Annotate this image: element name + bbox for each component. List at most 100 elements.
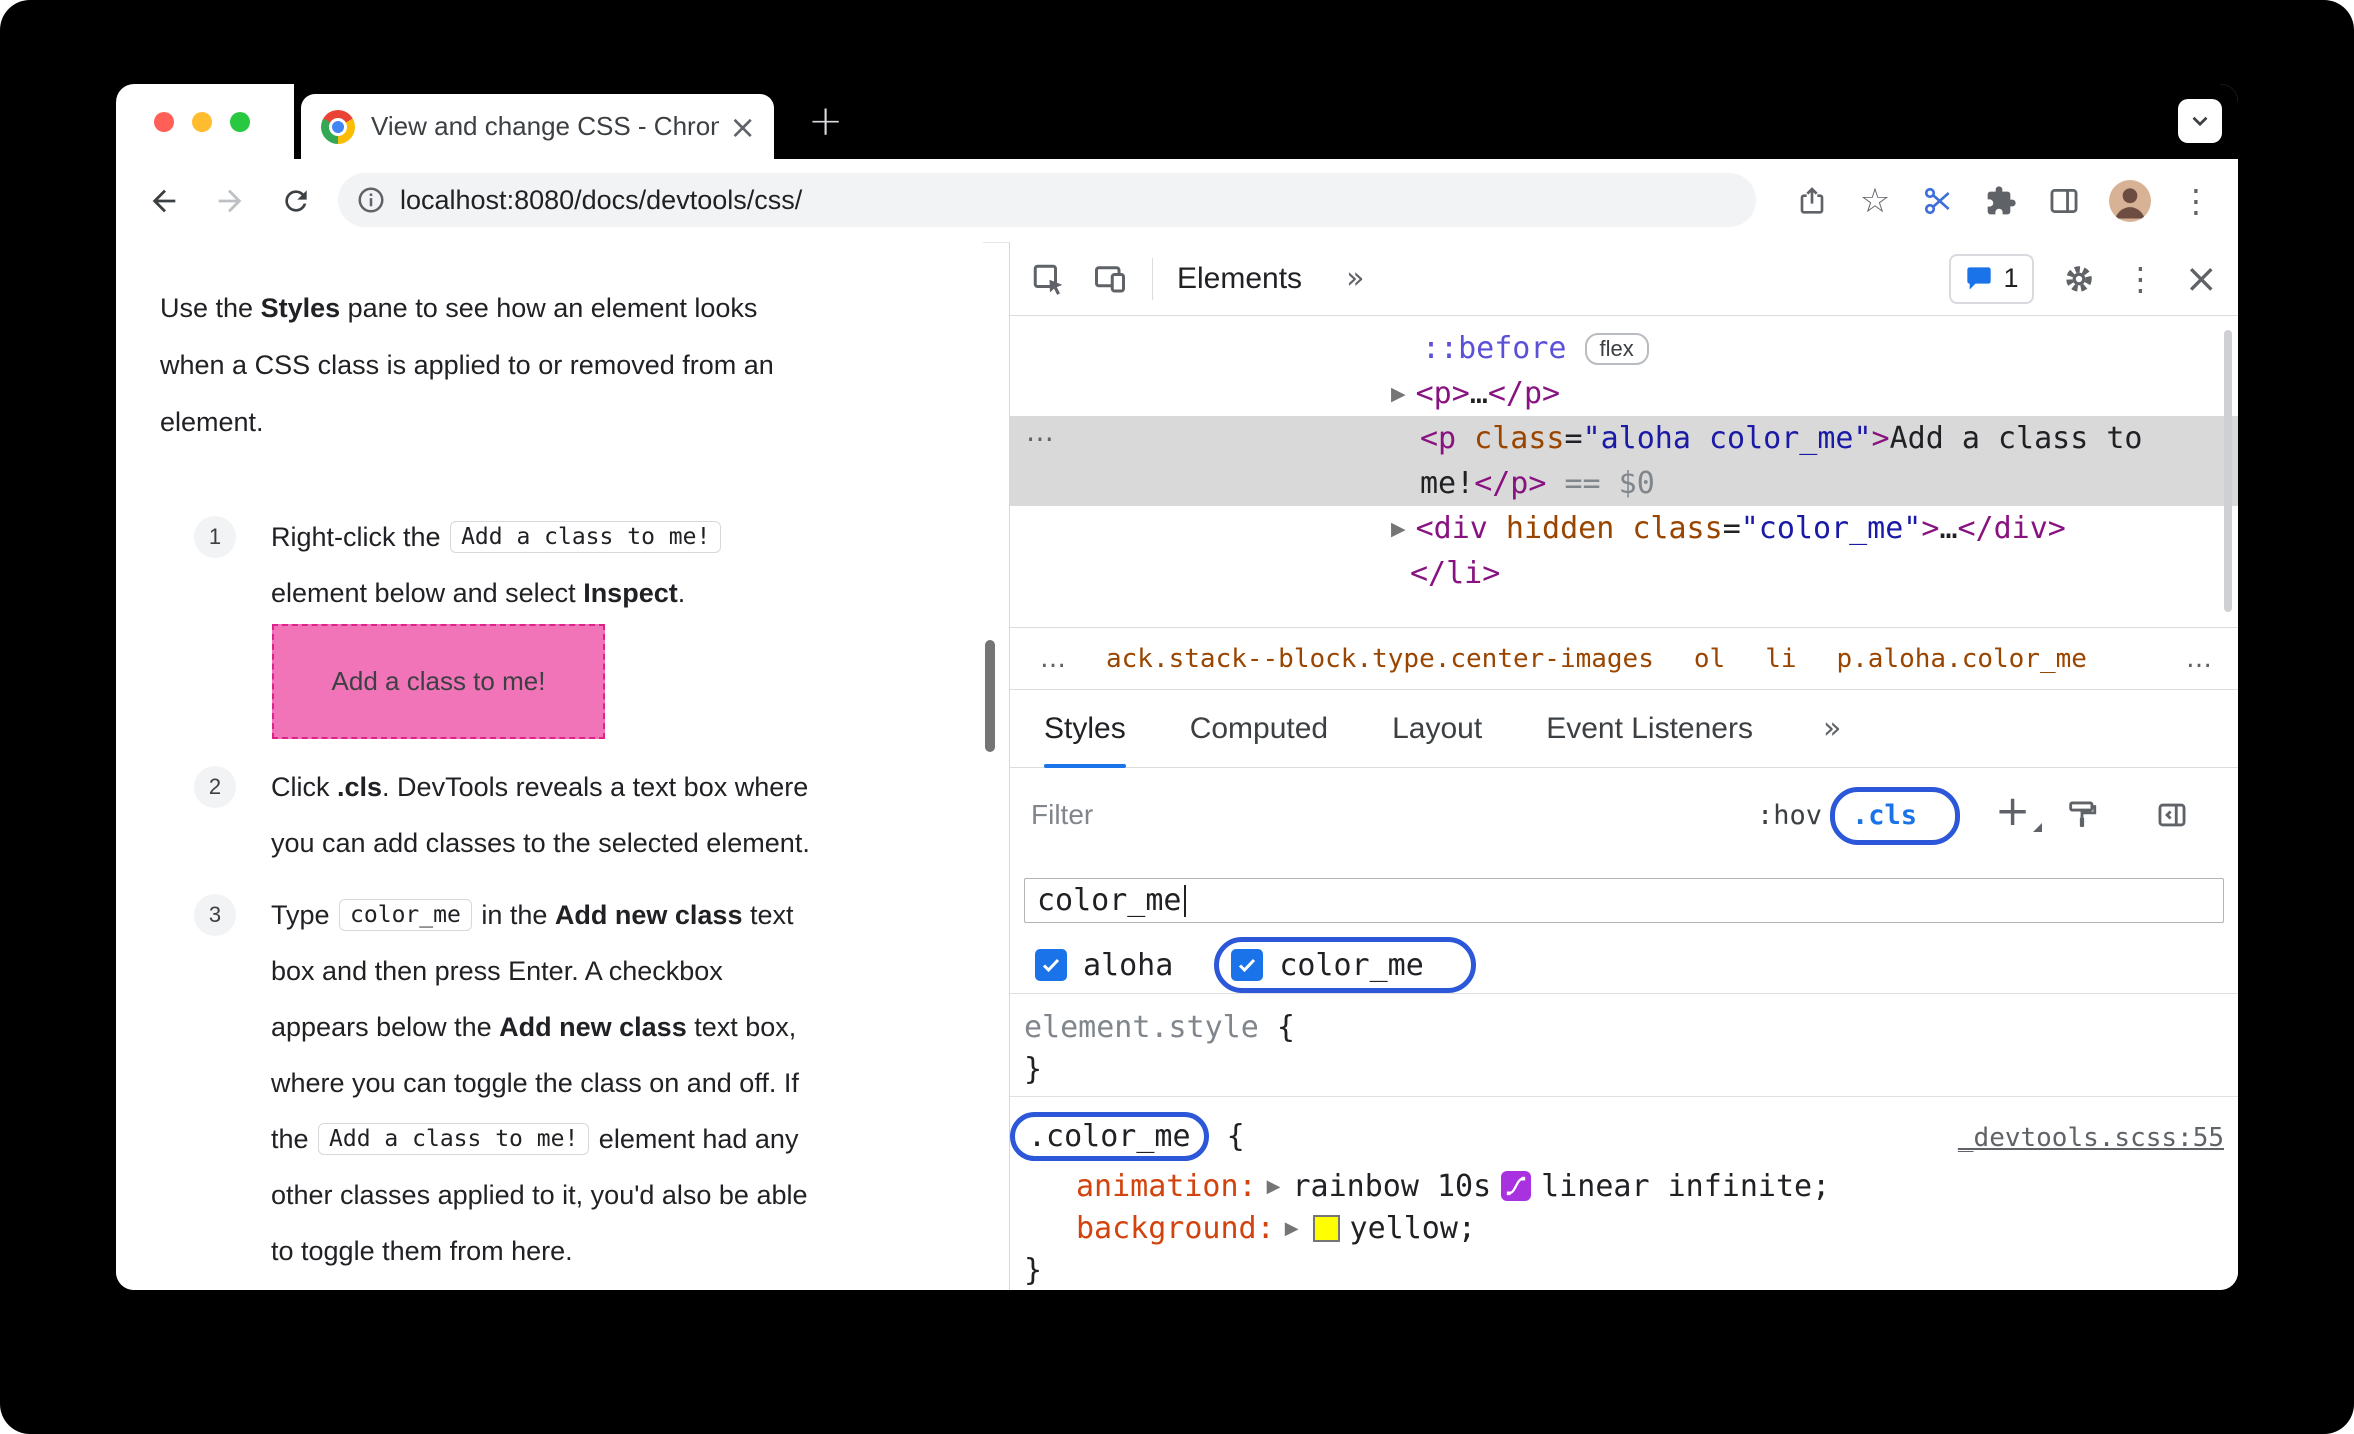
back-button[interactable] [146,183,182,219]
stylesheet-source-link[interactable]: _devtools.scss:55 [1958,1123,2224,1153]
text-run: Add new class [499,1011,687,1042]
element-style-selector[interactable]: element.style [1024,1010,1259,1045]
text-run: </p> [1487,376,1561,411]
devtools-settings-button[interactable] [2062,262,2096,296]
property-name[interactable]: animation: [1076,1169,1257,1204]
text-run: . [677,577,686,608]
dom-row-selected-p[interactable]: ⋯ <p class = "aloha color_me" > Add a class … [1010,416,2238,506]
paint-roller-icon [2069,801,2097,828]
dom-row-pseudo-before[interactable]: ::before flex [1010,326,2238,371]
tab-computed[interactable]: Computed [1190,690,1328,768]
breadcrumb-ol[interactable]: ol [1694,644,1725,674]
browser-tab[interactable]: View and change CSS - Chrom × [301,94,774,159]
demo-element[interactable]: Add a class to me! [272,624,605,739]
flex-badge[interactable]: flex [1584,332,1649,365]
device-toolbar-button[interactable] [1092,261,1128,297]
chevron-down-icon [2192,116,2208,127]
step-line: Click .cls. DevTools reveals a text box … [271,759,810,815]
dom-node-text: <div hidden class="color_me">…</div> [1416,511,2066,546]
animation-property-line: animation: ▶ rainbow 10s linear infinite… [1010,1165,2238,1207]
minimize-window-button[interactable] [192,111,212,132]
selector-highlight-annotation: .color_me [1010,1111,1209,1161]
forward-button[interactable] [212,183,248,219]
property-value[interactable]: linear infinite; [1541,1169,1830,1204]
inspect-element-button[interactable] [1030,261,1066,297]
add-new-class-input[interactable]: color_me [1024,878,2224,923]
tab-styles[interactable]: Styles [1044,690,1126,768]
add-class-section: color_me [1010,864,2238,937]
intro-paragraph: Use the Styles pane to see how an elemen… [160,280,774,451]
new-tab-button[interactable]: + [808,94,843,148]
toolbar-divider [1152,257,1153,300]
text-run: when a CSS class is applied to or remove… [160,350,774,380]
info-icon[interactable] [356,185,386,215]
expand-shorthand-icon[interactable]: ▶ [1285,1218,1299,1239]
color-swatch[interactable] [1312,1214,1340,1242]
filter-input[interactable]: Filter [1031,799,1093,831]
aloha-checkbox-label[interactable]: aloha [1083,948,1173,983]
text-run: you can add classes to the selected elem… [271,827,810,858]
toolbar-right-icons: ☆ ⋮ [1794,159,2214,242]
text-run: </p> [1474,466,1547,501]
element-style-close: } [1024,1048,2238,1090]
tab-event-listeners[interactable]: Event Listeners [1546,690,1753,768]
step-1-number: 1 [194,516,236,558]
property-value[interactable]: rainbow 10s [1292,1169,1491,1204]
aloha-checkbox[interactable] [1035,949,1067,981]
side-panel-button[interactable] [2046,183,2082,219]
close-window-button[interactable] [154,111,174,132]
chrome-favicon-icon [321,109,355,144]
background-property-line: background: ▶ yellow; [1010,1207,2238,1249]
text-caret [1183,884,1186,917]
extensions-button[interactable] [1983,183,2019,219]
property-value[interactable]: yellow; [1350,1211,1476,1246]
breadcrumb-overflow-right[interactable]: … [2186,644,2212,674]
breadcrumb-selected[interactable]: p.aloha.color_me [1837,644,2087,674]
breadcrumb-li[interactable]: li [1765,644,1796,674]
breadcrumb-stack[interactable]: ack.stack--block.type.center-images [1106,644,1654,674]
tab-layout[interactable]: Layout [1392,690,1482,768]
zoom-window-button[interactable] [230,111,250,132]
browser-menu-button[interactable]: ⋮ [2178,183,2214,219]
tab-search-button[interactable] [2178,99,2222,143]
devtools-menu-button[interactable]: ⋮ [2124,260,2156,298]
step-1-text: Right-click the Add a class to me! eleme… [271,509,723,621]
address-bar[interactable]: localhost:8080/docs/devtools/css/ [338,173,1756,227]
doc-scrollbar-thumb[interactable] [985,640,995,752]
new-style-rule-button[interactable]: + [1995,790,2043,832]
tab-close-icon[interactable]: × [729,111,756,143]
scissors-extension-button[interactable] [1920,183,1956,219]
rule-selector[interactable]: .color_me [1028,1119,1191,1154]
property-name[interactable]: background: [1076,1211,1275,1246]
rendering-emulations-button[interactable] [2065,798,2099,837]
text-run: where you can toggle the class on and of… [271,1067,799,1098]
more-panels-button[interactable]: » [1346,261,1364,296]
sidebar-panel-icon [2158,803,2186,827]
reload-button[interactable] [278,183,314,219]
tab-elements[interactable]: Elements [1177,262,1302,296]
breadcrumb-overflow-left[interactable]: … [1040,644,1066,674]
text-run: = [1722,511,1741,546]
share-button[interactable] [1794,183,1830,219]
step-2-text: Click .cls. DevTools reveals a text box … [271,759,810,871]
expand-arrow-icon[interactable]: ▶ [1391,518,1406,540]
dom-scrollbar-thumb[interactable] [2224,330,2232,612]
profile-avatar[interactable] [2109,179,2151,222]
text-run: to toggle them from here. [271,1235,573,1266]
expand-arrow-icon[interactable]: ▶ [1391,383,1406,405]
more-tabs-button[interactable]: » [1823,711,1841,746]
dom-row-p-collapsed[interactable]: ▶ <p>…</p> [1010,371,2238,416]
step-2-number: 2 [194,766,236,808]
expand-shorthand-icon[interactable]: ▶ [1267,1176,1281,1197]
bookmark-star-icon[interactable]: ☆ [1857,183,1893,219]
devtools-close-button[interactable]: × [2184,259,2218,299]
pseudo-before-label: ::before [1422,331,1567,366]
dom-row-div-hidden[interactable]: ▶ <div hidden class="color_me">…</div> [1010,506,2238,551]
dom-row-li-close[interactable]: </li> [1010,551,2238,596]
animation-icon[interactable] [1501,1171,1532,1201]
console-messages-button[interactable]: 1 [1949,253,2035,304]
text-run: Type [271,899,338,930]
computed-sidebar-toggle-button[interactable] [2155,798,2189,837]
toggle-element-state-button[interactable]: :hov [1757,800,1822,831]
row-menu-icon[interactable]: ⋯ [1026,422,1054,455]
